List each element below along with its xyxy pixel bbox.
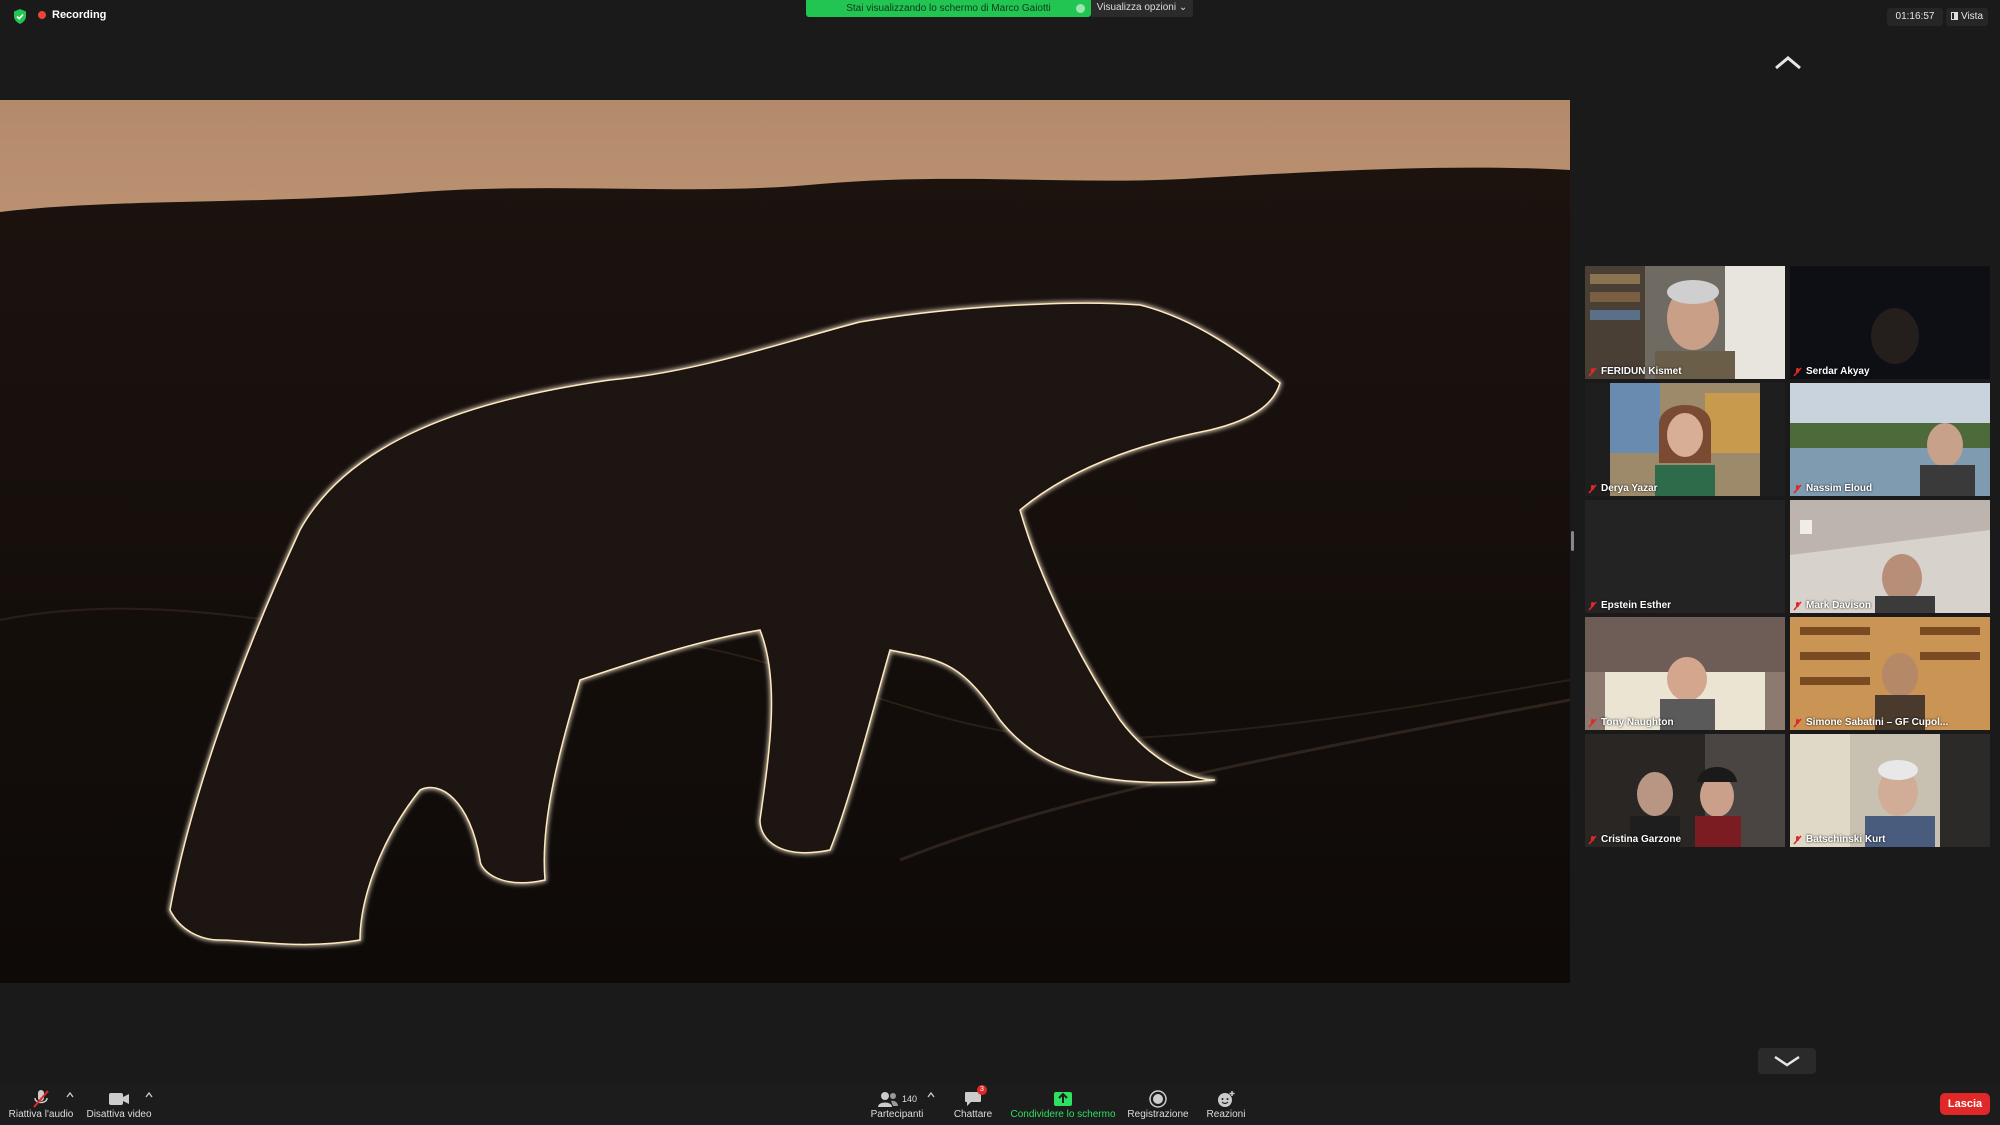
participant-tile[interactable]: Batschinski Kurt bbox=[1790, 734, 1990, 847]
participant-tile[interactable]: Mark Davison bbox=[1790, 500, 1990, 613]
participant-name: Tony Naughton bbox=[1588, 717, 1674, 728]
video-feed bbox=[1790, 383, 1990, 496]
video-feed bbox=[1790, 734, 1990, 847]
recording-label: Recording bbox=[52, 9, 107, 21]
record-dot-icon bbox=[38, 11, 46, 19]
muted-mic-icon bbox=[1793, 600, 1802, 611]
participant-name: Nassim Eloud bbox=[1793, 483, 1872, 494]
record-button[interactable]: Registrazione bbox=[1125, 1089, 1191, 1120]
muted-mic-icon bbox=[1793, 483, 1802, 494]
chevron-up-icon[interactable] bbox=[1772, 54, 1804, 72]
video-feed bbox=[1790, 617, 1990, 730]
participant-tile[interactable]: Derya Yazar bbox=[1585, 383, 1785, 496]
participants-button[interactable]: 140 Partecipanti bbox=[857, 1089, 937, 1120]
participant-tile[interactable]: Nassim Eloud bbox=[1790, 383, 1990, 496]
participant-name: Batschinski Kurt bbox=[1793, 834, 1885, 845]
polar-bear-photo bbox=[0, 100, 1570, 983]
chat-label: Chattare bbox=[953, 1109, 993, 1120]
participant-name: Simone Sabatini – GF Cupol... bbox=[1793, 717, 1948, 728]
video-label: Disattiva video bbox=[86, 1109, 152, 1120]
participant-name: Cristina Garzone bbox=[1588, 834, 1681, 845]
participant-tile[interactable]: Serdar Akyay bbox=[1790, 266, 1990, 379]
video-feed bbox=[1585, 266, 1785, 379]
muted-mic-icon bbox=[1588, 366, 1597, 377]
participant-tile[interactable]: FERIDUN Kismet bbox=[1585, 266, 1785, 379]
participants-label: Partecipanti bbox=[870, 1109, 924, 1120]
video-feed bbox=[1790, 500, 1990, 613]
participant-tile[interactable]: Epstein Esther bbox=[1585, 500, 1785, 613]
participant-gallery: FERIDUN Kismet Serdar Akyay Derya Yazar bbox=[1585, 266, 1990, 847]
smiley-plus-icon bbox=[1218, 1091, 1235, 1107]
chat-button[interactable]: 3 Chattare bbox=[945, 1085, 1001, 1120]
muted-mic-icon bbox=[1588, 600, 1597, 611]
participant-name: FERIDUN Kismet bbox=[1588, 366, 1682, 377]
participant-name: Epstein Esther bbox=[1588, 600, 1671, 611]
participant-tile[interactable]: Simone Sabatini – GF Cupol... bbox=[1790, 617, 1990, 730]
shield-icon[interactable] bbox=[13, 9, 27, 24]
muted-mic-icon bbox=[1588, 717, 1597, 728]
leave-meeting-button[interactable]: Lascia bbox=[1940, 1093, 1990, 1115]
share-screen-button[interactable]: Condividere lo schermo bbox=[1007, 1089, 1119, 1120]
reactions-label: Reazioni bbox=[1206, 1109, 1246, 1120]
participant-tile[interactable]: Tony Naughton bbox=[1585, 617, 1785, 730]
view-button-label: Vista bbox=[1960, 11, 1984, 22]
scroll-down-button[interactable] bbox=[1758, 1048, 1816, 1074]
muted-microphone-icon bbox=[33, 1090, 49, 1108]
banner-dot-icon[interactable] bbox=[1076, 4, 1085, 13]
unmute-label: Riattiva l'audio bbox=[8, 1109, 74, 1120]
participant-name: Derya Yazar bbox=[1588, 483, 1658, 494]
meeting-timer: 01:16:57 bbox=[1887, 8, 1943, 26]
record-label: Registrazione bbox=[1127, 1109, 1189, 1120]
chevron-up-icon[interactable] bbox=[927, 1091, 935, 1099]
video-toggle-button[interactable]: Disattiva video bbox=[84, 1089, 154, 1120]
recording-indicator[interactable]: Recording bbox=[38, 9, 106, 21]
muted-mic-icon bbox=[1588, 834, 1597, 845]
top-status-bar: Recording Stai visualizzando lo schermo … bbox=[0, 0, 2000, 32]
panel-resize-handle[interactable] bbox=[1571, 531, 1574, 551]
participant-tile[interactable]: Cristina Garzone bbox=[1585, 734, 1785, 847]
video-feed bbox=[1790, 266, 1990, 379]
meeting-toolbar: Riattiva l'audio Disattiva video 140 Par… bbox=[0, 1085, 2000, 1125]
share-banner-text: Stai visualizzando lo schermo di Marco G… bbox=[846, 3, 1051, 14]
share-screen-icon bbox=[1054, 1092, 1072, 1106]
video-feed bbox=[1585, 734, 1785, 847]
participants-icon bbox=[877, 1092, 898, 1107]
view-options-dropdown[interactable]: Visualizza opzioni ⌄ bbox=[1091, 0, 1193, 17]
view-options-label: Visualizza opzioni bbox=[1096, 2, 1177, 13]
chevron-down-icon: ⌄ bbox=[1178, 2, 1188, 13]
participant-name: Mark Davison bbox=[1793, 600, 1871, 611]
chevron-down-icon bbox=[1774, 1055, 1800, 1067]
video-feed bbox=[1585, 500, 1785, 613]
view-layout-button[interactable]: Vista bbox=[1946, 8, 1988, 26]
video-feed bbox=[1585, 617, 1785, 730]
muted-mic-icon bbox=[1793, 366, 1802, 377]
video-camera-icon bbox=[109, 1093, 129, 1105]
record-icon bbox=[1149, 1090, 1167, 1108]
shared-screen-view[interactable] bbox=[0, 100, 1570, 983]
participant-count: 140 bbox=[901, 1094, 918, 1104]
reactions-button[interactable]: Reazioni bbox=[1198, 1089, 1254, 1120]
share-screen-label: Condividere lo schermo bbox=[1010, 1109, 1116, 1120]
chevron-up-icon[interactable] bbox=[145, 1091, 153, 1099]
participant-name: Serdar Akyay bbox=[1793, 366, 1870, 377]
chat-unread-badge: 3 bbox=[977, 1085, 987, 1095]
screen-share-banner: Stai visualizzando lo schermo di Marco G… bbox=[806, 0, 1091, 17]
muted-mic-icon bbox=[1588, 483, 1597, 494]
chevron-up-icon[interactable] bbox=[66, 1091, 74, 1099]
muted-mic-icon bbox=[1793, 834, 1802, 845]
grid-view-icon bbox=[1950, 12, 1958, 20]
video-feed bbox=[1585, 383, 1785, 496]
muted-mic-icon bbox=[1793, 717, 1802, 728]
